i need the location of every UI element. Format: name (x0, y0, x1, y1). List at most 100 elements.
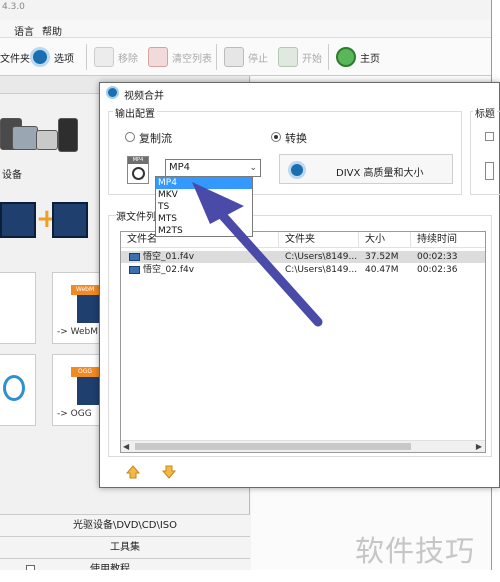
preset-label: DIVX 高质量和大小 (336, 168, 424, 179)
file-duration: 00:02:33 (417, 252, 458, 262)
format-dropdown-list[interactable]: MP4 MKV TS MTS M2TS (155, 176, 253, 237)
copy-stream-label[interactable]: 复制流 (139, 130, 172, 146)
format-option[interactable]: M2TS (156, 225, 252, 237)
tutorial-label: 使用教程 (90, 564, 130, 570)
horizontal-scrollbar[interactable]: ◀ ▶ (121, 440, 485, 452)
version-text: 4.3.0 (2, 2, 25, 12)
file-duration: 00:02:36 (417, 265, 458, 275)
copy-stream-radio[interactable] (125, 132, 135, 142)
menu-language[interactable]: 语言 (14, 23, 34, 38)
video-join-dialog: 视频合并 输出配置 复制流 转换 MP4 MP4 ⌄ DIVX 高质量和大小 标… (99, 82, 500, 488)
scroll-left-icon[interactable]: ◀ (123, 442, 129, 451)
move-up-icon[interactable] (126, 465, 140, 479)
camera-icon (12, 126, 38, 150)
ogg-tile-label: -> OGG (57, 409, 92, 419)
chevron-down-icon: ⌄ (249, 163, 257, 173)
watermark-text: 软件技巧 (355, 534, 476, 568)
format-option[interactable]: MTS (156, 213, 252, 225)
convert-tile-partial[interactable] (0, 354, 36, 426)
options-icon (30, 47, 50, 67)
devices-label: 设备 (2, 170, 22, 181)
menu-help[interactable]: 帮助 (42, 23, 62, 38)
file-size: 40.47M (365, 265, 399, 275)
selected-format: MP4 (169, 162, 191, 173)
table-row[interactable]: 悟空_01.f4v C:\Users\8149... 37.52M 00:02:… (121, 251, 485, 263)
toolbar: 文件夹 选项 移除 清空列表 停止 开始 主页 (0, 38, 491, 76)
home-label: 主页 (360, 53, 380, 65)
start-button[interactable]: 开始 (278, 44, 322, 70)
optical-devices-row[interactable]: 光驱设备\DVD\CD\ISO (0, 514, 250, 536)
stop-label: 停止 (248, 53, 268, 65)
format-option[interactable]: MP4 (156, 177, 252, 189)
webm-badge: WebM (71, 285, 99, 295)
film-reel-icon (132, 167, 145, 180)
video-file-icon (129, 266, 140, 274)
remove-icon (94, 47, 114, 67)
toolbar-separator (328, 44, 329, 70)
clear-list-icon (148, 47, 168, 67)
stop-button[interactable]: 停止 (224, 44, 268, 70)
film-icon (77, 295, 99, 323)
player-icon (36, 130, 58, 150)
output-config-label: 输出配置 (113, 105, 157, 120)
format-icon-label: MP4 (128, 157, 148, 164)
clear-list-label: 清空列表 (172, 53, 212, 65)
film-icon (77, 377, 99, 405)
source-file-list[interactable]: 文件名 文件夹 大小 持续时间 悟空_01.f4v C:\Users\8149.… (120, 231, 486, 453)
menu-bar: 语言 帮助 (0, 20, 491, 38)
scroll-right-icon[interactable]: ▶ (476, 442, 482, 451)
convert-tile-partial[interactable] (0, 272, 36, 344)
dialog-title: 视频合并 (124, 91, 164, 102)
file-size: 37.52M (365, 252, 399, 262)
convert-label[interactable]: 转换 (285, 130, 307, 146)
format-option[interactable]: TS (156, 201, 252, 213)
clear-list-button[interactable]: 清空列表 (148, 44, 212, 70)
scrollbar-thumb[interactable] (135, 443, 411, 450)
app-logo-icon (106, 86, 119, 99)
device-icons (0, 112, 86, 158)
home-globe-icon (336, 47, 356, 67)
format-option[interactable]: MKV (156, 189, 252, 201)
toolbar-separator (216, 44, 217, 70)
column-folder[interactable]: 文件夹 (279, 232, 359, 248)
tools-row[interactable]: 工具集 (0, 536, 250, 558)
title-input[interactable] (485, 162, 494, 180)
webm-tile-label: -> WebM (57, 327, 99, 337)
toolbar-separator (86, 44, 87, 70)
dialog-titlebar[interactable]: 视频合并 (100, 83, 499, 103)
mobile-device-icon (58, 118, 78, 152)
ogg-badge: OGG (71, 367, 99, 377)
remove-label: 移除 (118, 53, 138, 65)
title-group-label: 标题 (473, 105, 497, 120)
start-label: 开始 (302, 53, 322, 65)
file-folder: C:\Users\8149... (285, 265, 358, 275)
output-folder-label: 文件夹 (0, 53, 30, 65)
settings-disc-icon (288, 161, 306, 179)
tutorial-checkbox[interactable] (26, 565, 35, 570)
home-button[interactable]: 主页 (336, 44, 380, 70)
column-duration[interactable]: 持续时间 (411, 232, 485, 248)
format-file-icon: MP4 (127, 156, 149, 184)
output-folder-button[interactable]: 文件夹 (0, 44, 30, 70)
column-size[interactable]: 大小 (359, 232, 411, 248)
video-file-icon (129, 253, 140, 261)
title-group: 标题 (470, 105, 500, 195)
title-checkbox[interactable] (485, 132, 494, 141)
tutorial-row[interactable]: 使用教程 (0, 558, 250, 570)
options-label: 选项 (54, 53, 74, 65)
move-down-icon[interactable] (162, 465, 176, 479)
stop-icon (224, 47, 244, 67)
output-preset-button[interactable]: DIVX 高质量和大小 (279, 154, 453, 184)
film-strip-icon (52, 202, 88, 238)
film-strip-icon (0, 202, 36, 238)
remove-button[interactable]: 移除 (94, 44, 138, 70)
audio-icon (3, 375, 25, 401)
convert-radio[interactable] (271, 132, 281, 142)
table-row[interactable]: 悟空_02.f4v C:\Users\8149... 40.47M 00:02:… (121, 264, 485, 276)
output-format-select[interactable]: MP4 ⌄ (165, 159, 261, 177)
options-button[interactable]: 选项 (30, 44, 74, 70)
file-name: 悟空_01.f4v (143, 252, 195, 262)
file-folder: C:\Users\8149... (285, 252, 358, 262)
start-icon (278, 47, 298, 67)
file-name: 悟空_02.f4v (143, 265, 195, 275)
